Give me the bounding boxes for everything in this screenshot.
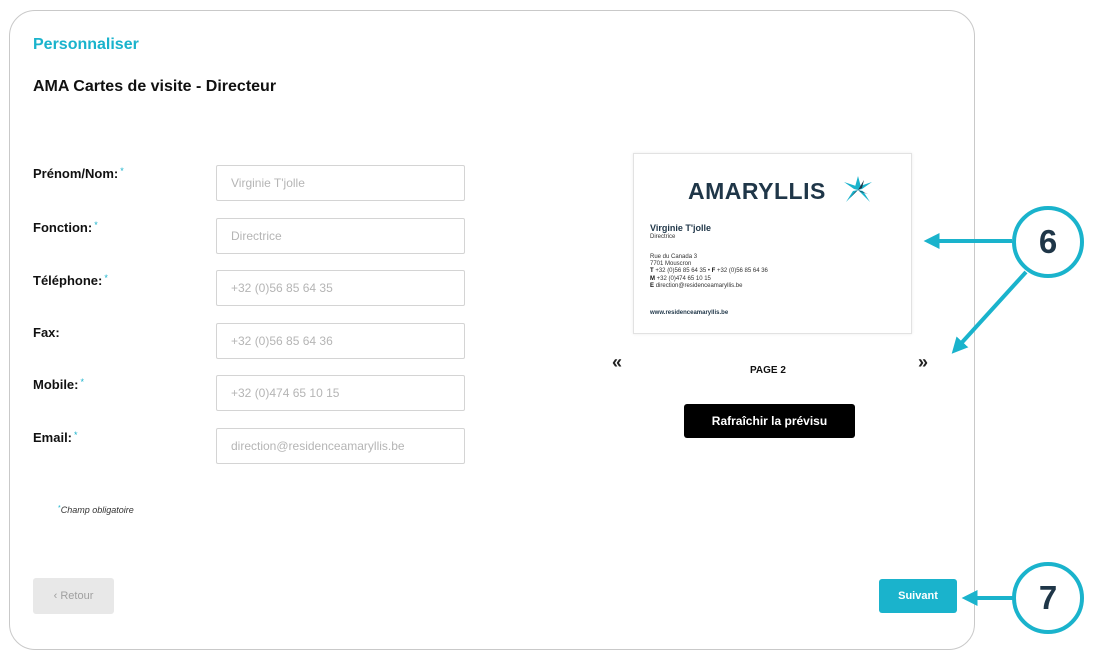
- callout-7: 7: [1012, 562, 1084, 634]
- callout-6: 6: [1012, 206, 1084, 278]
- annotation-arrows: [923, 233, 1028, 606]
- arrow-to-next-page: [951, 270, 1028, 354]
